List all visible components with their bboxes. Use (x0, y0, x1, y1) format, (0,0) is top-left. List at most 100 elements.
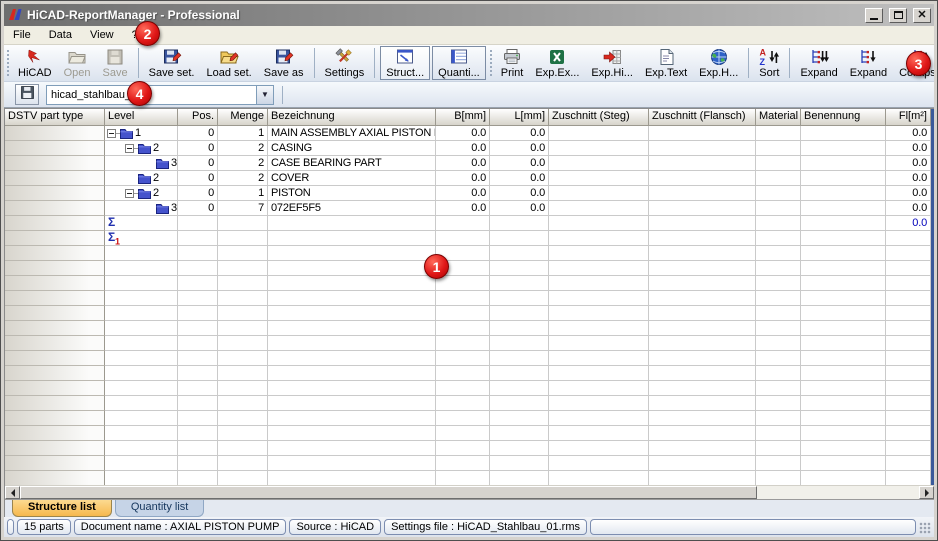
scroll-right-button[interactable] (919, 486, 934, 499)
sum-row[interactable]: Σ1 (5, 231, 931, 246)
cell (490, 321, 549, 336)
toolbar-button-export-exp-hi-02[interactable]: Exp.Hi... (586, 46, 638, 80)
cell (549, 411, 649, 426)
toolbar-button-export-exp-text-03[interactable]: Exp.Text (640, 46, 692, 80)
cell-level[interactable]: 3 (105, 156, 178, 171)
cell-level[interactable]: 2 (105, 141, 178, 156)
toolbar-button-main-save-02[interactable]: Save (98, 46, 133, 80)
table-row[interactable]: 202CASING0.00.00.0 (5, 141, 931, 156)
column-header-zuschnitt-steg[interactable]: Zuschnitt (Steg) (549, 109, 649, 126)
cell (756, 336, 801, 351)
table-row[interactable]: 307072EF5F50.00.00.0 (5, 201, 931, 216)
column-header-pos[interactable]: Pos. (178, 109, 218, 126)
menu-item-file[interactable]: File (4, 27, 40, 43)
cell-level[interactable]: 2 (105, 186, 178, 201)
toolbar-button-export-print-00[interactable]: Print (496, 46, 529, 80)
toolbar-button-main-settings-20[interactable]: Settings (320, 46, 370, 80)
table-row[interactable]: 202COVER0.00.00.0 (5, 171, 931, 186)
cell (5, 306, 105, 321)
cell (886, 456, 931, 471)
cell (5, 441, 105, 456)
svg-text:A: A (760, 48, 767, 58)
toolbar-button-main-open-01[interactable]: Open (59, 46, 96, 80)
settings-tools-icon (334, 47, 354, 67)
toolbar-button-export-expand-21[interactable]: Expand (845, 46, 892, 80)
cell (490, 306, 549, 321)
combobox-dropdown-button[interactable]: ▼ (256, 86, 273, 104)
toolbar-button-export-exp-ex-01[interactable]: Exp.Ex... (530, 46, 584, 80)
cell-dstv-part-type (5, 171, 105, 186)
horizontal-scrollbar[interactable] (5, 485, 934, 499)
cell (886, 276, 931, 291)
cell (218, 441, 268, 456)
cell (268, 381, 436, 396)
menu-item-view[interactable]: View (81, 27, 123, 43)
column-header-material[interactable]: Material (756, 109, 801, 126)
column-header-l-mm[interactable]: L[mm] (490, 109, 549, 126)
toolbar-button-main-save-set-10[interactable]: Save set. (144, 46, 200, 80)
tree-collapse-toggle[interactable] (125, 189, 134, 198)
cell (268, 396, 436, 411)
close-button[interactable]: ✕ (913, 8, 931, 23)
settings-file-combobox[interactable]: hicad_stahlbau_01 ▼ (46, 85, 274, 105)
column-header-level[interactable]: Level (105, 109, 178, 126)
close-icon: ✕ (917, 10, 926, 21)
cell-zuschnitt-flansch (649, 141, 756, 156)
tab-quantity-list[interactable]: Quantity list (115, 500, 204, 517)
cell (549, 291, 649, 306)
cell (436, 411, 490, 426)
cell (490, 276, 549, 291)
menu-item-data[interactable]: Data (40, 27, 81, 43)
tree-collapse-toggle[interactable] (125, 144, 134, 153)
cell (178, 366, 218, 381)
cell (801, 336, 886, 351)
save-settings-file-button[interactable] (15, 84, 39, 105)
resize-grip-icon[interactable] (919, 522, 931, 534)
cell (756, 231, 801, 246)
column-header-zuschnitt-flansch[interactable]: Zuschnitt (Flansch) (649, 109, 756, 126)
toolbar-button-main-hicad-00[interactable]: HiCAD (13, 46, 57, 80)
scrollbar-thumb[interactable] (20, 486, 757, 499)
hicad-icon (25, 47, 45, 67)
cell-zuschnitt-steg (549, 171, 649, 186)
toolbar-button-export-sort-10[interactable]: AZSort (754, 46, 784, 80)
sum-row[interactable]: Σ0.0 (5, 216, 931, 231)
toolbar-gripper[interactable] (488, 48, 494, 78)
status-bar: 15 partsDocument name : AXIAL PISTON PUM… (4, 517, 934, 537)
cell-zuschnitt-flansch (649, 171, 756, 186)
toolbar-gripper[interactable] (5, 48, 11, 78)
cell (801, 321, 886, 336)
table-row[interactable]: 302CASE BEARING PART0.00.00.0 (5, 156, 931, 171)
cell-level[interactable]: 3 (105, 201, 178, 216)
cell-level[interactable]: 2 (105, 171, 178, 186)
toolbar-button-export-exp-h-04[interactable]: Exp.H... (694, 46, 743, 80)
toolbar-button-main-save-as-12[interactable]: Save as (259, 46, 309, 80)
column-header-menge[interactable]: Menge (218, 109, 268, 126)
cell (268, 366, 436, 381)
cell (436, 381, 490, 396)
column-header-benennung[interactable]: Benennung (801, 109, 886, 126)
cell (756, 306, 801, 321)
cell (218, 381, 268, 396)
tree-collapse-toggle[interactable] (107, 129, 116, 138)
table-row[interactable]: 101MAIN ASSEMBLY AXIAL PISTON PUMP0.00.0… (5, 126, 931, 141)
scroll-left-button[interactable] (5, 486, 20, 499)
toolbar-button-export-expand-20[interactable]: Expand (795, 46, 842, 80)
column-header-bezeichnung[interactable]: Bezeichnung (268, 109, 436, 126)
column-header-dstv-part-type[interactable]: DSTV part type (5, 109, 105, 126)
column-header-fl-m[interactable]: Fl[m²] (886, 109, 931, 126)
empty-row (5, 411, 931, 426)
cell-level[interactable]: 1 (105, 126, 178, 141)
maximize-button[interactable] (889, 8, 907, 23)
toolbar-button-main-quanti-31[interactable]: Quanti... (432, 46, 486, 80)
toolbar-button-main-load-set-11[interactable]: Load set. (201, 46, 256, 80)
cell (178, 336, 218, 351)
table-row[interactable]: 201PISTON0.00.00.0 (5, 186, 931, 201)
cell (886, 291, 931, 306)
cell (801, 456, 886, 471)
tab-structure-list[interactable]: Structure list (12, 500, 112, 517)
toolbar-button-main-struct-30[interactable]: Struct... (380, 46, 430, 80)
column-header-b-mm[interactable]: B[mm] (436, 109, 490, 126)
cell (5, 291, 105, 306)
minimize-button[interactable] (865, 8, 883, 23)
